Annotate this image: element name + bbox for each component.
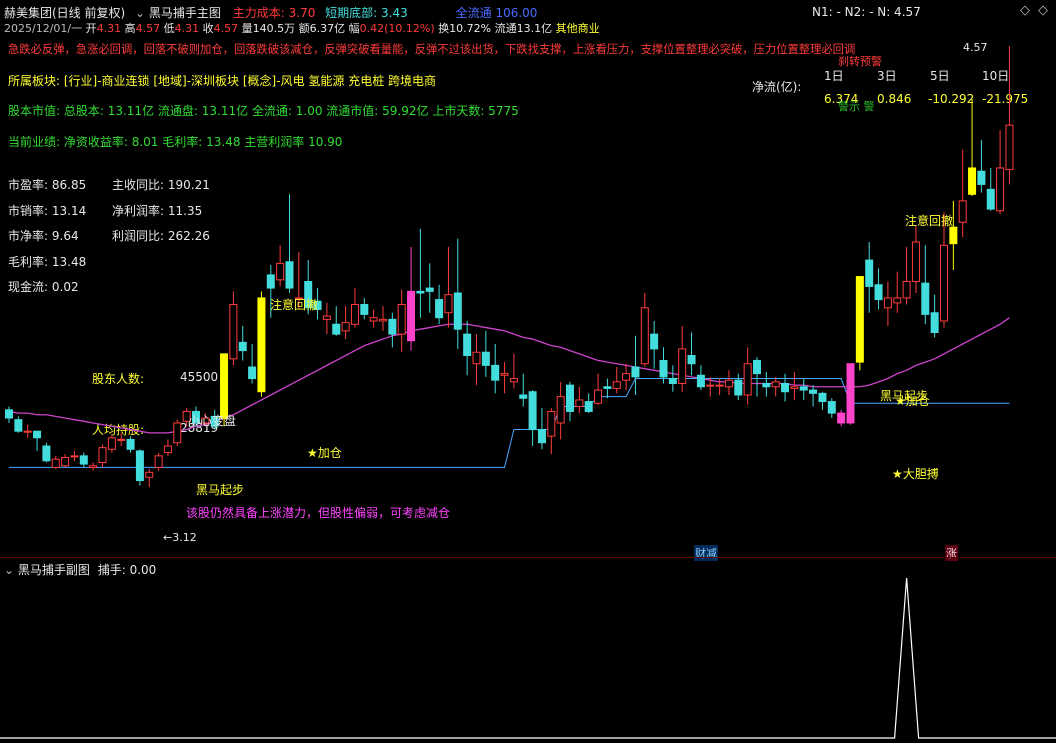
sub-indicator-chart[interactable]	[0, 0, 1056, 743]
catcher-line	[0, 577, 1056, 739]
